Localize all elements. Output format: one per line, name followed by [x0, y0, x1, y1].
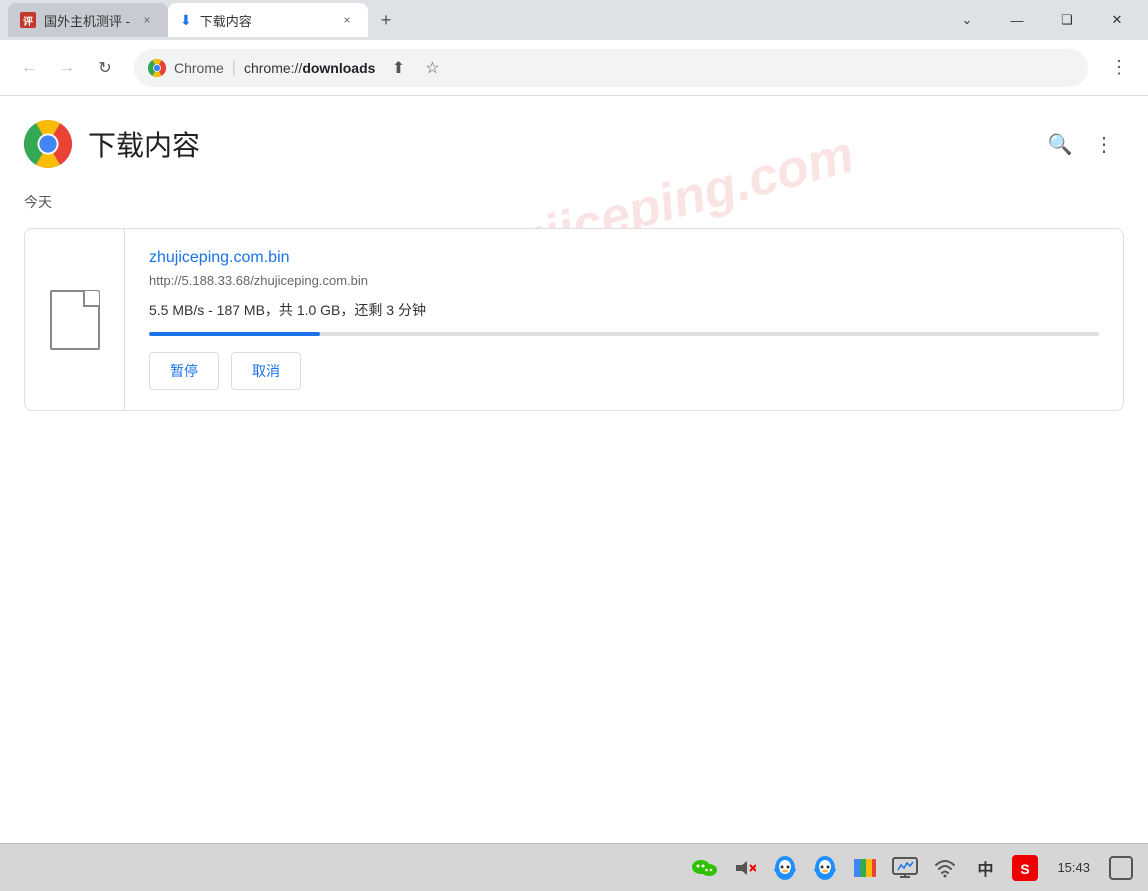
tab-active[interactable]: ⬇ 下载内容 ×	[168, 3, 368, 37]
palette-icon[interactable]	[849, 852, 881, 884]
clock-time: 15:43	[1057, 860, 1090, 875]
tab-inactive[interactable]: 评 国外主机测评 - ×	[8, 3, 168, 37]
navigation-bar: ← → ↻ Chrome | chrome://downloads chrome…	[0, 40, 1148, 96]
tab-inactive-label: 国外主机测评 -	[44, 11, 130, 30]
close-button[interactable]: ✕	[1094, 4, 1140, 36]
progress-bar-container	[149, 332, 1099, 336]
chevron-button[interactable]: ⌄	[944, 4, 990, 36]
tab-favicon-inactive: 评	[20, 12, 36, 28]
taskbar: 中 S 15:43	[0, 843, 1148, 891]
tab-active-label: 下载内容	[200, 11, 252, 30]
sogou-icon[interactable]: S	[1009, 852, 1041, 884]
download-actions: 暂停 取消	[149, 352, 1099, 390]
chrome-icon	[148, 59, 166, 77]
restore-button[interactable]: ❑	[1044, 4, 1090, 36]
more-options-button[interactable]: ⋮	[1084, 124, 1124, 164]
search-button[interactable]: 🔍	[1040, 124, 1080, 164]
address-chrome-label: Chrome	[174, 60, 224, 76]
download-details: zhujiceping.com.bin http://5.188.33.68/z…	[125, 229, 1123, 410]
qq-icon-1[interactable]	[769, 852, 801, 884]
screen-icon[interactable]	[889, 852, 921, 884]
address-separator: |	[232, 59, 236, 77]
forward-button[interactable]: →	[50, 51, 84, 85]
bookmark-button[interactable]: ☆	[417, 53, 447, 83]
tab-close-active[interactable]: ×	[338, 11, 356, 29]
window-controls: ⌄ — ❑ ✕	[944, 4, 1140, 36]
qq-icon-2[interactable]	[809, 852, 841, 884]
wifi-icon[interactable]	[929, 852, 961, 884]
pause-button[interactable]: 暂停	[149, 352, 219, 390]
title-bar: 评 国外主机测评 - × ⬇ 下载内容 × + ⌄ — ❑ ✕	[0, 0, 1148, 40]
address-actions: ⬆ ☆	[383, 53, 447, 83]
share-button[interactable]: ⬆	[383, 53, 413, 83]
download-file-icon-area	[25, 229, 125, 410]
today-label: 今天	[0, 184, 1148, 220]
browser-menu-button[interactable]: ⋮	[1102, 51, 1136, 85]
download-item: zhujiceping.com.bin http://5.188.33.68/z…	[24, 228, 1124, 411]
system-clock[interactable]: 15:43	[1049, 860, 1098, 875]
download-url: http://5.188.33.68/zhujiceping.com.bin	[149, 273, 1099, 288]
volume-mute-icon[interactable]	[729, 852, 761, 884]
refresh-button[interactable]: ↻	[88, 51, 122, 85]
cancel-button[interactable]: 取消	[231, 352, 301, 390]
address-url: chrome://downloads	[244, 60, 375, 76]
new-tab-button[interactable]: +	[372, 6, 400, 34]
chinese-ime-icon[interactable]: 中	[969, 852, 1001, 884]
wechat-icon[interactable]	[689, 852, 721, 884]
header-actions: 🔍 ⋮	[1040, 124, 1124, 164]
download-tab-icon: ⬇	[180, 12, 192, 29]
minimize-button[interactable]: —	[994, 4, 1040, 36]
chrome-logo	[24, 120, 72, 168]
back-button[interactable]: ←	[12, 51, 46, 85]
progress-bar-fill	[149, 332, 320, 336]
download-filename[interactable]: zhujiceping.com.bin	[149, 249, 1099, 267]
tab-close-inactive[interactable]: ×	[138, 11, 156, 29]
downloads-header: 下载内容 🔍 ⋮	[0, 96, 1148, 184]
address-bar[interactable]: Chrome | chrome://downloads chrome://dow…	[134, 49, 1088, 87]
download-progress-text: 5.5 MB/s - 187 MB，共 1.0 GB，还剩 3 分钟	[149, 300, 1099, 320]
notification-button[interactable]	[1106, 853, 1136, 883]
svg-text:S: S	[1021, 861, 1030, 877]
page-title: 下载内容	[88, 124, 200, 164]
page-content: zhujiceping.com 下载内容 🔍 ⋮ 今天 zhujiceping.…	[0, 96, 1148, 843]
file-icon	[50, 290, 100, 350]
